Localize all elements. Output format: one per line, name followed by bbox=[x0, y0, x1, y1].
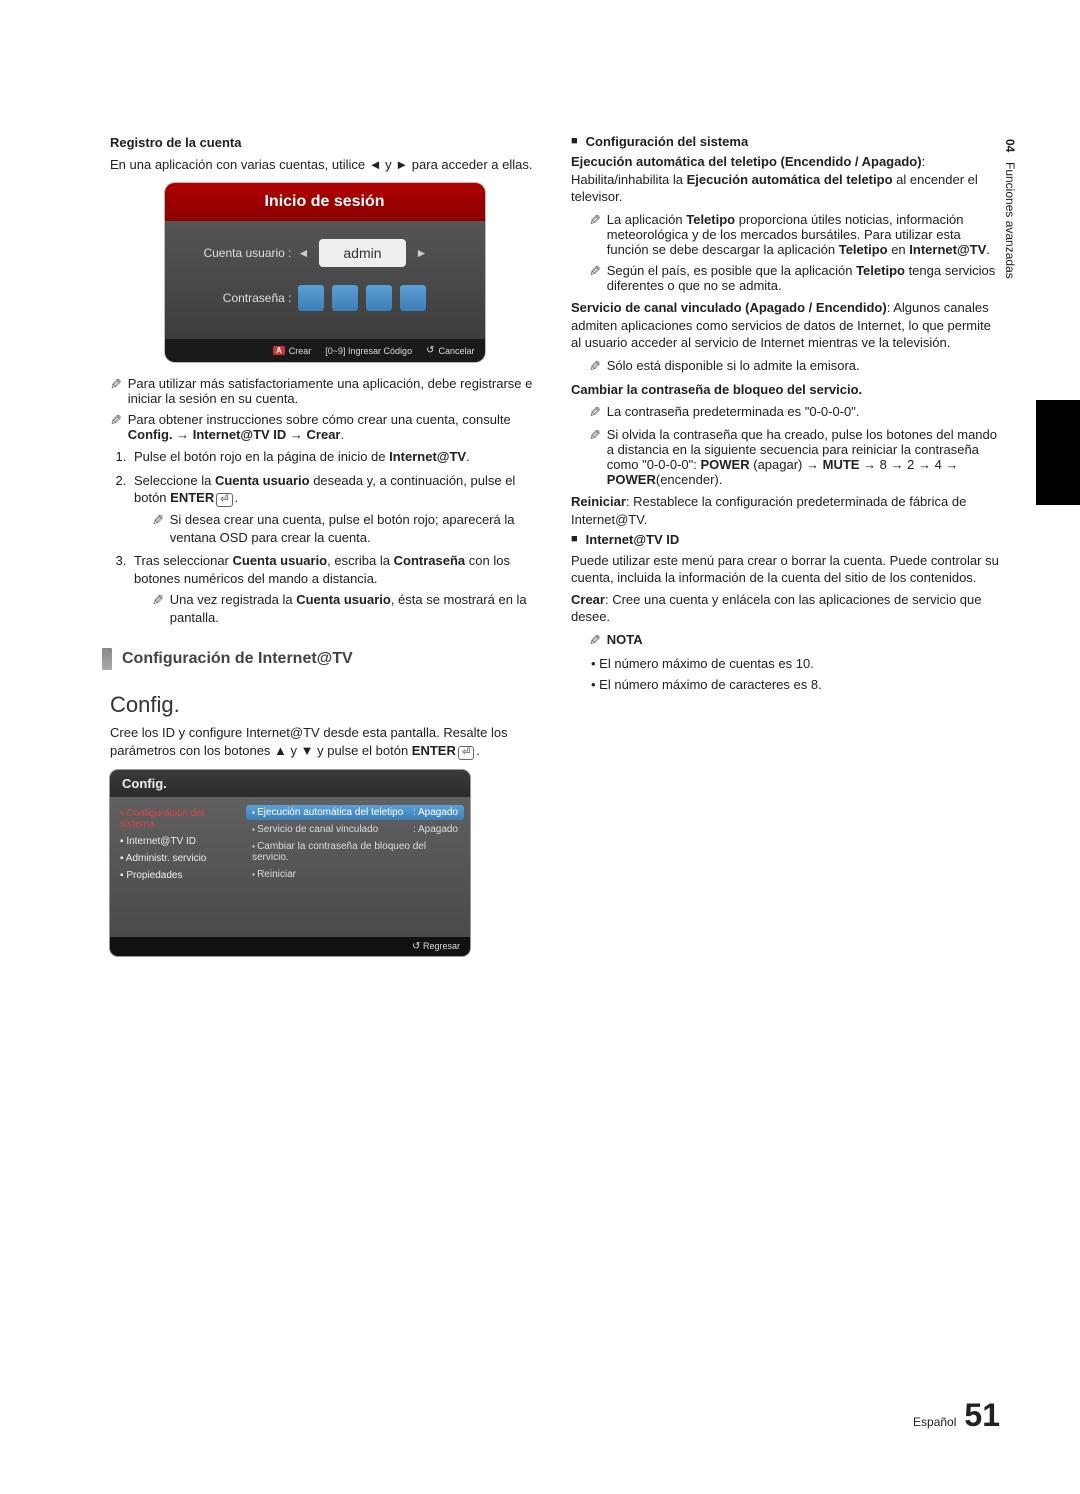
note-default-pw: La contraseña predeterminada es "0-0-0-0… bbox=[607, 404, 1000, 421]
config-row-ticker[interactable]: Ejecución automática del teletipo : Apag… bbox=[246, 805, 464, 820]
nota-list: El número máximo de cuentas es 10. El nú… bbox=[571, 655, 1000, 694]
config-panel: Config. ▪ Configuración del sistema ▪ In… bbox=[110, 770, 470, 956]
note-ticker-country: Según el país, es posible que la aplicac… bbox=[607, 263, 1000, 293]
sidebar-item-admin[interactable]: ▪ Administr. servicio bbox=[110, 850, 240, 867]
sidebar-item-props[interactable]: ▪ Propiedades bbox=[110, 867, 240, 884]
login-foot-code: [0~9] Ingresar Código bbox=[325, 345, 412, 356]
text-registro: En una aplicación con varias cuentas, ut… bbox=[110, 156, 539, 174]
config-sidebar: ▪ Configuración del sistema ▪ Internet@T… bbox=[110, 797, 240, 937]
step-2: Seleccione la Cuenta usuario deseada y, … bbox=[130, 472, 539, 547]
config-row-password[interactable]: Cambiar la contraseña de bloqueo del ser… bbox=[246, 839, 464, 865]
step-3: Tras seleccionar Cuenta usuario, escriba… bbox=[130, 552, 539, 626]
config-main: Ejecución automática del teletipo : Apag… bbox=[240, 797, 470, 937]
sidebar-item-id[interactable]: ▪ Internet@TV ID bbox=[110, 833, 240, 850]
login-pass-label: Contraseña : bbox=[177, 291, 298, 305]
chapter-title: Funciones avanzadas bbox=[1001, 162, 1019, 279]
note-icon bbox=[152, 591, 170, 626]
config-row-reset[interactable]: Reiniciar bbox=[246, 867, 464, 882]
text-config: Cree los ID y configure Internet@TV desd… bbox=[110, 724, 539, 760]
text-id-body: Puede utilizar este menú para crear o bo… bbox=[571, 552, 1000, 587]
note-register: Para utilizar más satisfactoriamente una… bbox=[128, 376, 539, 406]
heading-config: Config. bbox=[110, 692, 539, 718]
sidebar-item-system[interactable]: ▪ Configuración del sistema bbox=[110, 805, 240, 833]
login-user-value[interactable]: admin bbox=[319, 239, 405, 267]
chapter-number: 04 bbox=[1001, 135, 1019, 162]
login-foot-create[interactable]: ACrear bbox=[273, 345, 311, 356]
steps-list: Pulse el botón rojo en la página de inic… bbox=[110, 448, 539, 626]
note-icon bbox=[589, 263, 607, 293]
login-panel: Inicio de sesión Cuenta usuario : ◄ admi… bbox=[165, 183, 485, 362]
text-reset: Reiniciar: Restablece la configuración p… bbox=[571, 493, 1000, 528]
login-foot-cancel[interactable]: Cancelar bbox=[426, 345, 474, 356]
nota-item-2: El número máximo de caracteres es 8. bbox=[591, 676, 1000, 694]
password-input[interactable] bbox=[298, 285, 426, 311]
config-title: Config. bbox=[110, 770, 470, 797]
page-footer: Español 51 bbox=[913, 1397, 1000, 1434]
next-user-icon[interactable]: ► bbox=[416, 246, 428, 260]
text-channel-service: Servicio de canal vinculado (Apagado / E… bbox=[571, 299, 1000, 352]
note-reset-pw: Si olvida la contraseña que ha creado, p… bbox=[607, 427, 1000, 487]
text-create: Crear: Cree una cuenta y enlácela con la… bbox=[571, 591, 1000, 626]
note-channel-avail: Sólo está disponible si lo admite la emi… bbox=[607, 358, 1000, 375]
config-row-channel[interactable]: Servicio de canal vinculado : Apagado bbox=[246, 822, 464, 837]
note-icon bbox=[110, 412, 128, 442]
heading-internet-tv-id: Internet@TV ID bbox=[586, 532, 1000, 547]
footer-lang: Español bbox=[913, 1415, 956, 1429]
config-footer: Regresar bbox=[110, 937, 470, 956]
grey-heading: Configuración de Internet@TV bbox=[102, 648, 539, 670]
note-icon bbox=[589, 404, 607, 421]
note-icon bbox=[110, 376, 128, 406]
note-ticker-app: La aplicación Teletipo proporciona útile… bbox=[607, 212, 1000, 257]
label-nota: NOTA bbox=[607, 632, 1000, 649]
note-icon bbox=[589, 427, 607, 487]
heading-system-config: Configuración del sistema bbox=[586, 134, 1000, 149]
heading-change-password: Cambiar la contraseña de bloqueo del ser… bbox=[571, 381, 1000, 399]
note-icon bbox=[152, 511, 170, 546]
step-1: Pulse el botón rojo en la página de inic… bbox=[130, 448, 539, 466]
note-instructions: Para obtener instrucciones sobre cómo cr… bbox=[128, 412, 539, 442]
note-icon bbox=[589, 358, 607, 375]
footer-page: 51 bbox=[964, 1397, 1000, 1434]
heading-registro: Registro de la cuenta bbox=[110, 134, 539, 152]
prev-user-icon[interactable]: ◄ bbox=[298, 246, 310, 260]
edge-tab bbox=[1036, 400, 1080, 505]
nota-item-1: El número máximo de cuentas es 10. bbox=[591, 655, 1000, 673]
note-icon bbox=[589, 632, 607, 649]
text-ticker-autorun: Ejecución automática del teletipo (Encen… bbox=[571, 153, 1000, 206]
note-icon bbox=[589, 212, 607, 257]
login-user-label: Cuenta usuario : bbox=[177, 246, 298, 260]
login-title: Inicio de sesión bbox=[165, 183, 485, 221]
side-tab: 04 Funciones avanzadas bbox=[1000, 135, 1020, 279]
